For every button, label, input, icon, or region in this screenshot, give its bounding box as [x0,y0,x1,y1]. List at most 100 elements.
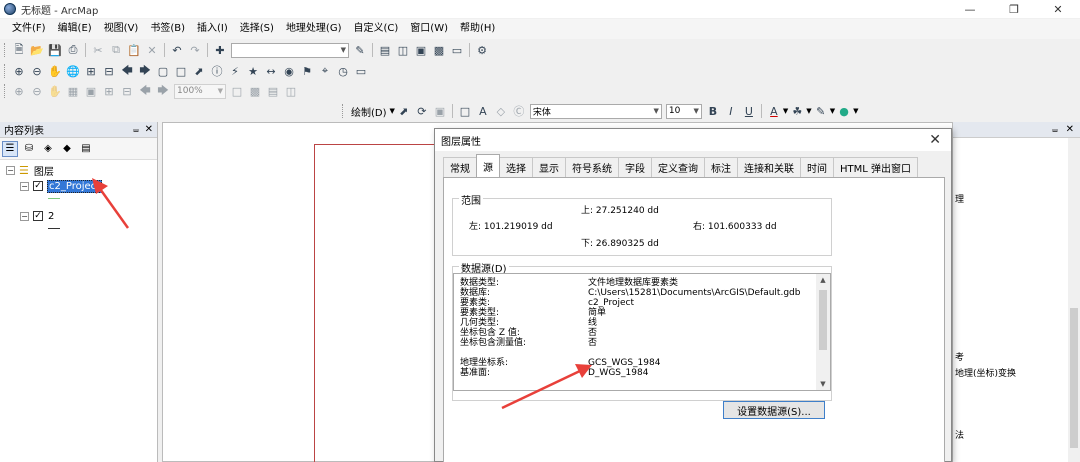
edit-vertices-icon[interactable]: ◇ [493,103,509,119]
tab-symbology[interactable]: 符号系统 [565,157,619,177]
options-icon[interactable]: ▤ [78,141,94,157]
zoom-to-selected-icon[interactable]: ▣ [432,103,448,119]
arctoolbox-icon[interactable]: ▩ [431,42,447,58]
layout-zoom-combo[interactable]: 100% ▼ [174,83,226,99]
collapse-icon[interactable]: − [6,165,15,175]
editor-toolbar-icon[interactable]: ✎ [352,42,368,58]
scroll-up-icon[interactable]: ▲ [816,274,830,286]
toolbar-grip[interactable] [4,43,7,57]
toolbar-grip[interactable] [4,64,7,78]
identify-icon[interactable]: ⓘ [209,63,225,79]
find-binoculars-icon[interactable]: ◉ [281,63,297,79]
collapse-icon[interactable]: − [20,181,29,191]
search-window-icon[interactable]: ▣ [413,42,429,58]
minimize-button[interactable]: — [948,0,992,18]
font-size-combo[interactable]: 10 ▼ [665,103,702,119]
layout-fixed-zoom-in-icon[interactable]: ⊞ [101,83,117,99]
tool-label[interactable]: 考 [955,350,964,363]
layer-name-selected[interactable]: c2_Project [47,179,103,193]
tab-labels[interactable]: 标注 [704,157,738,177]
full-extent-globe-icon[interactable]: 🌐 [65,63,81,79]
html-popup-icon[interactable]: ★ [245,63,261,79]
collapse-icon[interactable]: − [20,211,29,221]
fixed-zoom-out-icon[interactable]: ⊟ [101,63,117,79]
close-window-button[interactable]: ✕ [1036,0,1080,18]
font-name-combo[interactable]: 宋体 ▼ [529,103,662,119]
list-by-source-icon[interactable]: ⛁ [21,141,37,157]
list-by-visibility-icon[interactable]: ◈ [40,141,56,157]
table-of-contents-icon[interactable]: ▤ [377,42,393,58]
fixed-zoom-in-icon[interactable]: ⊞ [83,63,99,79]
scroll-down-icon[interactable]: ▼ [816,378,830,390]
undo-icon[interactable]: ↶ [169,42,185,58]
select-elements-pointer-icon[interactable]: ⬈ [191,63,207,79]
layout-back-icon[interactable]: 🡄 [137,83,153,99]
toolbar-grip[interactable] [4,84,7,98]
line-color-icon[interactable]: ✎ [813,103,829,119]
catalog-window-icon[interactable]: ◫ [395,42,411,58]
forward-arrow-icon[interactable]: 🡆 [137,63,153,79]
add-data-icon[interactable]: ✚ [212,42,228,58]
tab-definition-query[interactable]: 定义查询 [651,157,705,177]
info-scrollbar[interactable]: ▲ ▼ [816,274,830,390]
layout-fixed-zoom-out-icon[interactable]: ⊟ [119,83,135,99]
close-icon[interactable]: ✕ [925,132,945,148]
tool-label[interactable]: 法 [955,428,964,441]
font-color-button[interactable]: A [766,103,782,119]
layout-zoom-in-icon[interactable]: ⊕ [11,83,27,99]
tool-label[interactable]: 理 [955,192,964,205]
data-driven-pages-icon[interactable]: ◫ [283,83,299,99]
set-data-source-button[interactable]: 设置数据源(S)... [723,401,825,419]
paste-icon[interactable]: 📋 [126,42,142,58]
print-icon[interactable]: ⎙ [65,42,81,58]
model-builder-icon[interactable]: ⚙ [474,42,490,58]
measure-icon[interactable]: ↔ [263,63,279,79]
layout-forward-icon[interactable]: 🡆 [155,83,171,99]
select-features-icon[interactable]: ▢ [155,63,171,79]
tab-html-popup[interactable]: HTML 弹出窗口 [833,157,919,177]
copy-icon[interactable]: ⧉ [108,42,124,58]
close-icon[interactable]: ✕ [1066,124,1074,135]
pan-hand-icon[interactable]: ✋ [47,63,63,79]
change-layout-icon[interactable]: ▤ [265,83,281,99]
tab-time[interactable]: 时间 [800,157,834,177]
draw-menu-button[interactable]: 绘制(D) [351,104,387,119]
zoom-out-icon[interactable]: ⊖ [29,63,45,79]
close-icon[interactable]: ✕ [145,124,153,135]
clear-selection-icon[interactable]: □ [173,63,189,79]
layout-zoom-out-icon[interactable]: ⊖ [29,83,45,99]
python-window-icon[interactable]: ▭ [449,42,465,58]
route-icon[interactable]: ⚑ [299,63,315,79]
map-scale-combo[interactable]: ▼ [231,42,349,58]
redo-icon[interactable]: ↷ [187,42,203,58]
vertical-scrollbar[interactable] [1068,138,1080,462]
tab-general[interactable]: 常规 [443,157,477,177]
layer-visibility-checkbox[interactable]: ✓ [33,211,43,221]
italic-button[interactable]: I [723,103,739,119]
layer-visibility-checkbox[interactable]: ✓ [33,181,43,191]
zoom-whole-page-icon[interactable]: ▦ [65,83,81,99]
scrollbar-thumb[interactable] [819,290,827,350]
toolbar-grip[interactable] [342,104,345,118]
menu-selection[interactable]: 选择(S) [234,19,280,39]
font-a-icon[interactable]: Ⓒ [511,103,527,119]
bold-button[interactable]: B [705,103,721,119]
tab-fields[interactable]: 字段 [618,157,652,177]
scrollbar-thumb[interactable] [1070,308,1078,448]
select-elements-icon[interactable]: ⬈ [396,103,412,119]
line-symbol[interactable] [48,228,60,229]
back-arrow-icon[interactable]: 🡄 [119,63,135,79]
line-symbol[interactable] [48,198,60,199]
layer-name[interactable]: 2 [47,211,55,222]
restore-button[interactable]: ❐ [992,0,1036,18]
marker-color-icon[interactable]: ● [836,103,852,119]
tab-display[interactable]: 显示 [532,157,566,177]
save-icon[interactable]: 💾 [47,42,63,58]
go-to-xy-icon[interactable]: ⌖ [317,63,333,79]
layer-row[interactable]: − ✓ 2 [20,209,55,223]
tree-root[interactable]: − ☰ 图层 [6,163,55,178]
viewer-window-icon[interactable]: ▭ [353,63,369,79]
time-slider-icon[interactable]: ◷ [335,63,351,79]
rectangle-icon[interactable]: □ [457,103,473,119]
menu-file[interactable]: 文件(F) [6,19,52,39]
